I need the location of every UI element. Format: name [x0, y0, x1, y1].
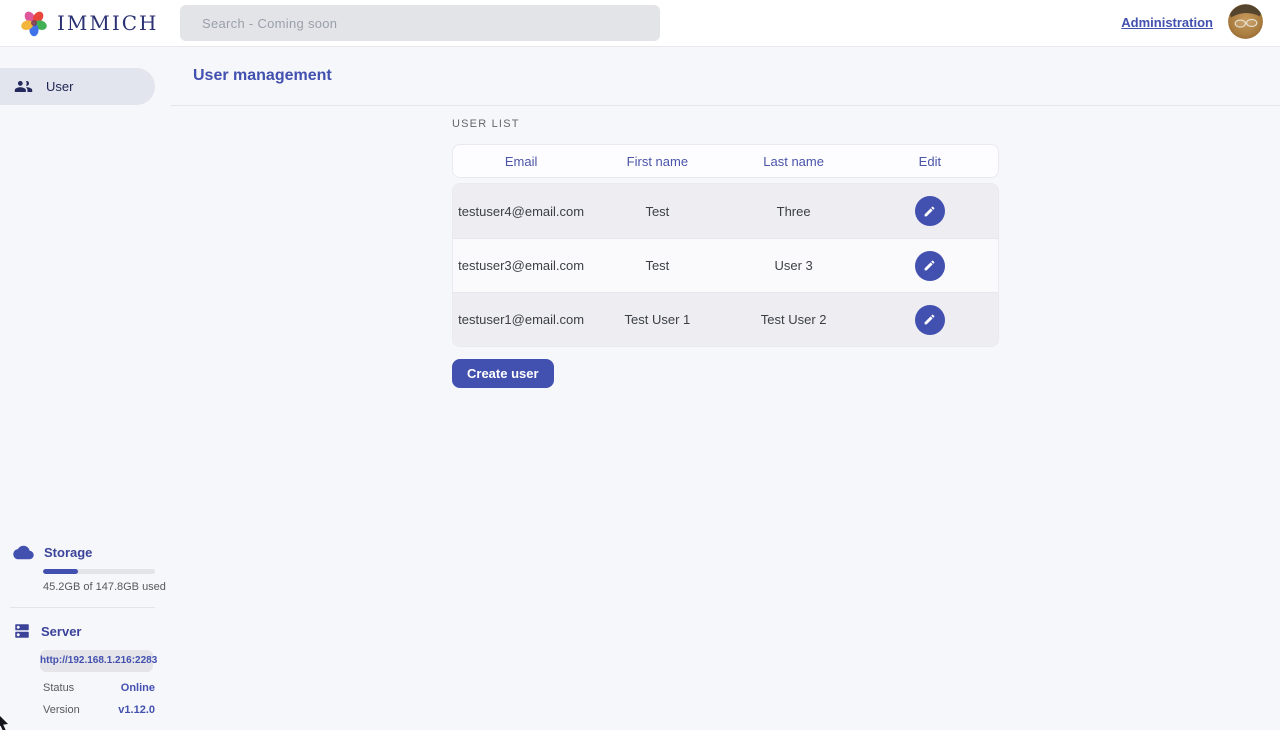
user-table: testuser4@email.com Test Three testuser3…	[452, 183, 999, 347]
column-header-first-name: First name	[589, 154, 725, 169]
table-row: testuser4@email.com Test Three	[453, 184, 998, 238]
column-header-last-name: Last name	[726, 154, 862, 169]
server-title: Server	[41, 624, 81, 639]
server-icon	[13, 622, 31, 640]
storage-progress-fill	[43, 569, 78, 574]
pencil-icon	[923, 313, 936, 326]
flower-icon	[20, 9, 48, 37]
administration-link[interactable]: Administration	[1121, 15, 1213, 30]
table-row: testuser3@email.com Test User 3	[453, 238, 998, 292]
cell-last-name: Three	[726, 204, 862, 219]
cloud-icon	[13, 544, 34, 561]
cell-last-name: User 3	[726, 258, 862, 273]
page-header: User management	[171, 47, 1280, 106]
section-label: USER LIST	[452, 118, 999, 130]
sidebar: User Storage 45.2GB of 147.8GB used Serv…	[0, 47, 171, 730]
storage-section-header: Storage	[13, 542, 171, 562]
version-row: Version v1.12.0	[43, 704, 155, 716]
pencil-icon	[923, 259, 936, 272]
search-input[interactable]	[180, 5, 660, 41]
topbar: IMMICH Administration	[0, 0, 1280, 47]
table-header-row: Email First name Last name Edit	[452, 144, 999, 178]
cell-email: testuser3@email.com	[453, 258, 589, 273]
page-title: User management	[193, 67, 332, 85]
user-avatar[interactable]	[1228, 4, 1263, 39]
edit-user-button[interactable]	[915, 196, 945, 226]
server-url-badge: http://192.168.1.216:2283	[40, 650, 153, 672]
version-label: Version	[43, 704, 80, 716]
main-content: User management USER LIST Email First na…	[171, 47, 1280, 730]
cell-first-name: Test User 1	[589, 312, 725, 327]
column-header-edit: Edit	[862, 154, 998, 169]
sidebar-item-user[interactable]: User	[0, 68, 155, 105]
edit-user-button[interactable]	[915, 305, 945, 335]
create-user-button[interactable]: Create user	[452, 359, 554, 388]
storage-progress-track	[43, 569, 155, 574]
immich-logo[interactable]: IMMICH	[20, 7, 159, 39]
user-list-section: USER LIST Email First name Last name Edi…	[452, 118, 999, 388]
cell-first-name: Test	[589, 204, 725, 219]
status-row: Status Online	[43, 682, 155, 694]
storage-usage-text: 45.2GB of 147.8GB used	[43, 581, 171, 593]
status-label: Status	[43, 682, 74, 694]
version-value: v1.12.0	[118, 704, 155, 716]
sidebar-divider	[10, 607, 155, 608]
sidebar-item-label: User	[46, 79, 73, 94]
cell-first-name: Test	[589, 258, 725, 273]
status-value: Online	[121, 682, 155, 694]
table-row: testuser1@email.com Test User 1 Test Use…	[453, 292, 998, 346]
server-section-header: Server	[13, 621, 171, 641]
sidebar-footer: Storage 45.2GB of 147.8GB used Server ht…	[0, 542, 171, 716]
logo-text: IMMICH	[57, 11, 159, 35]
edit-user-button[interactable]	[915, 251, 945, 281]
pencil-icon	[923, 205, 936, 218]
cell-email: testuser1@email.com	[453, 312, 589, 327]
cell-email: testuser4@email.com	[453, 204, 589, 219]
storage-title: Storage	[44, 545, 92, 560]
column-header-email: Email	[453, 154, 589, 169]
users-group-icon	[14, 77, 33, 96]
cell-last-name: Test User 2	[726, 312, 862, 327]
